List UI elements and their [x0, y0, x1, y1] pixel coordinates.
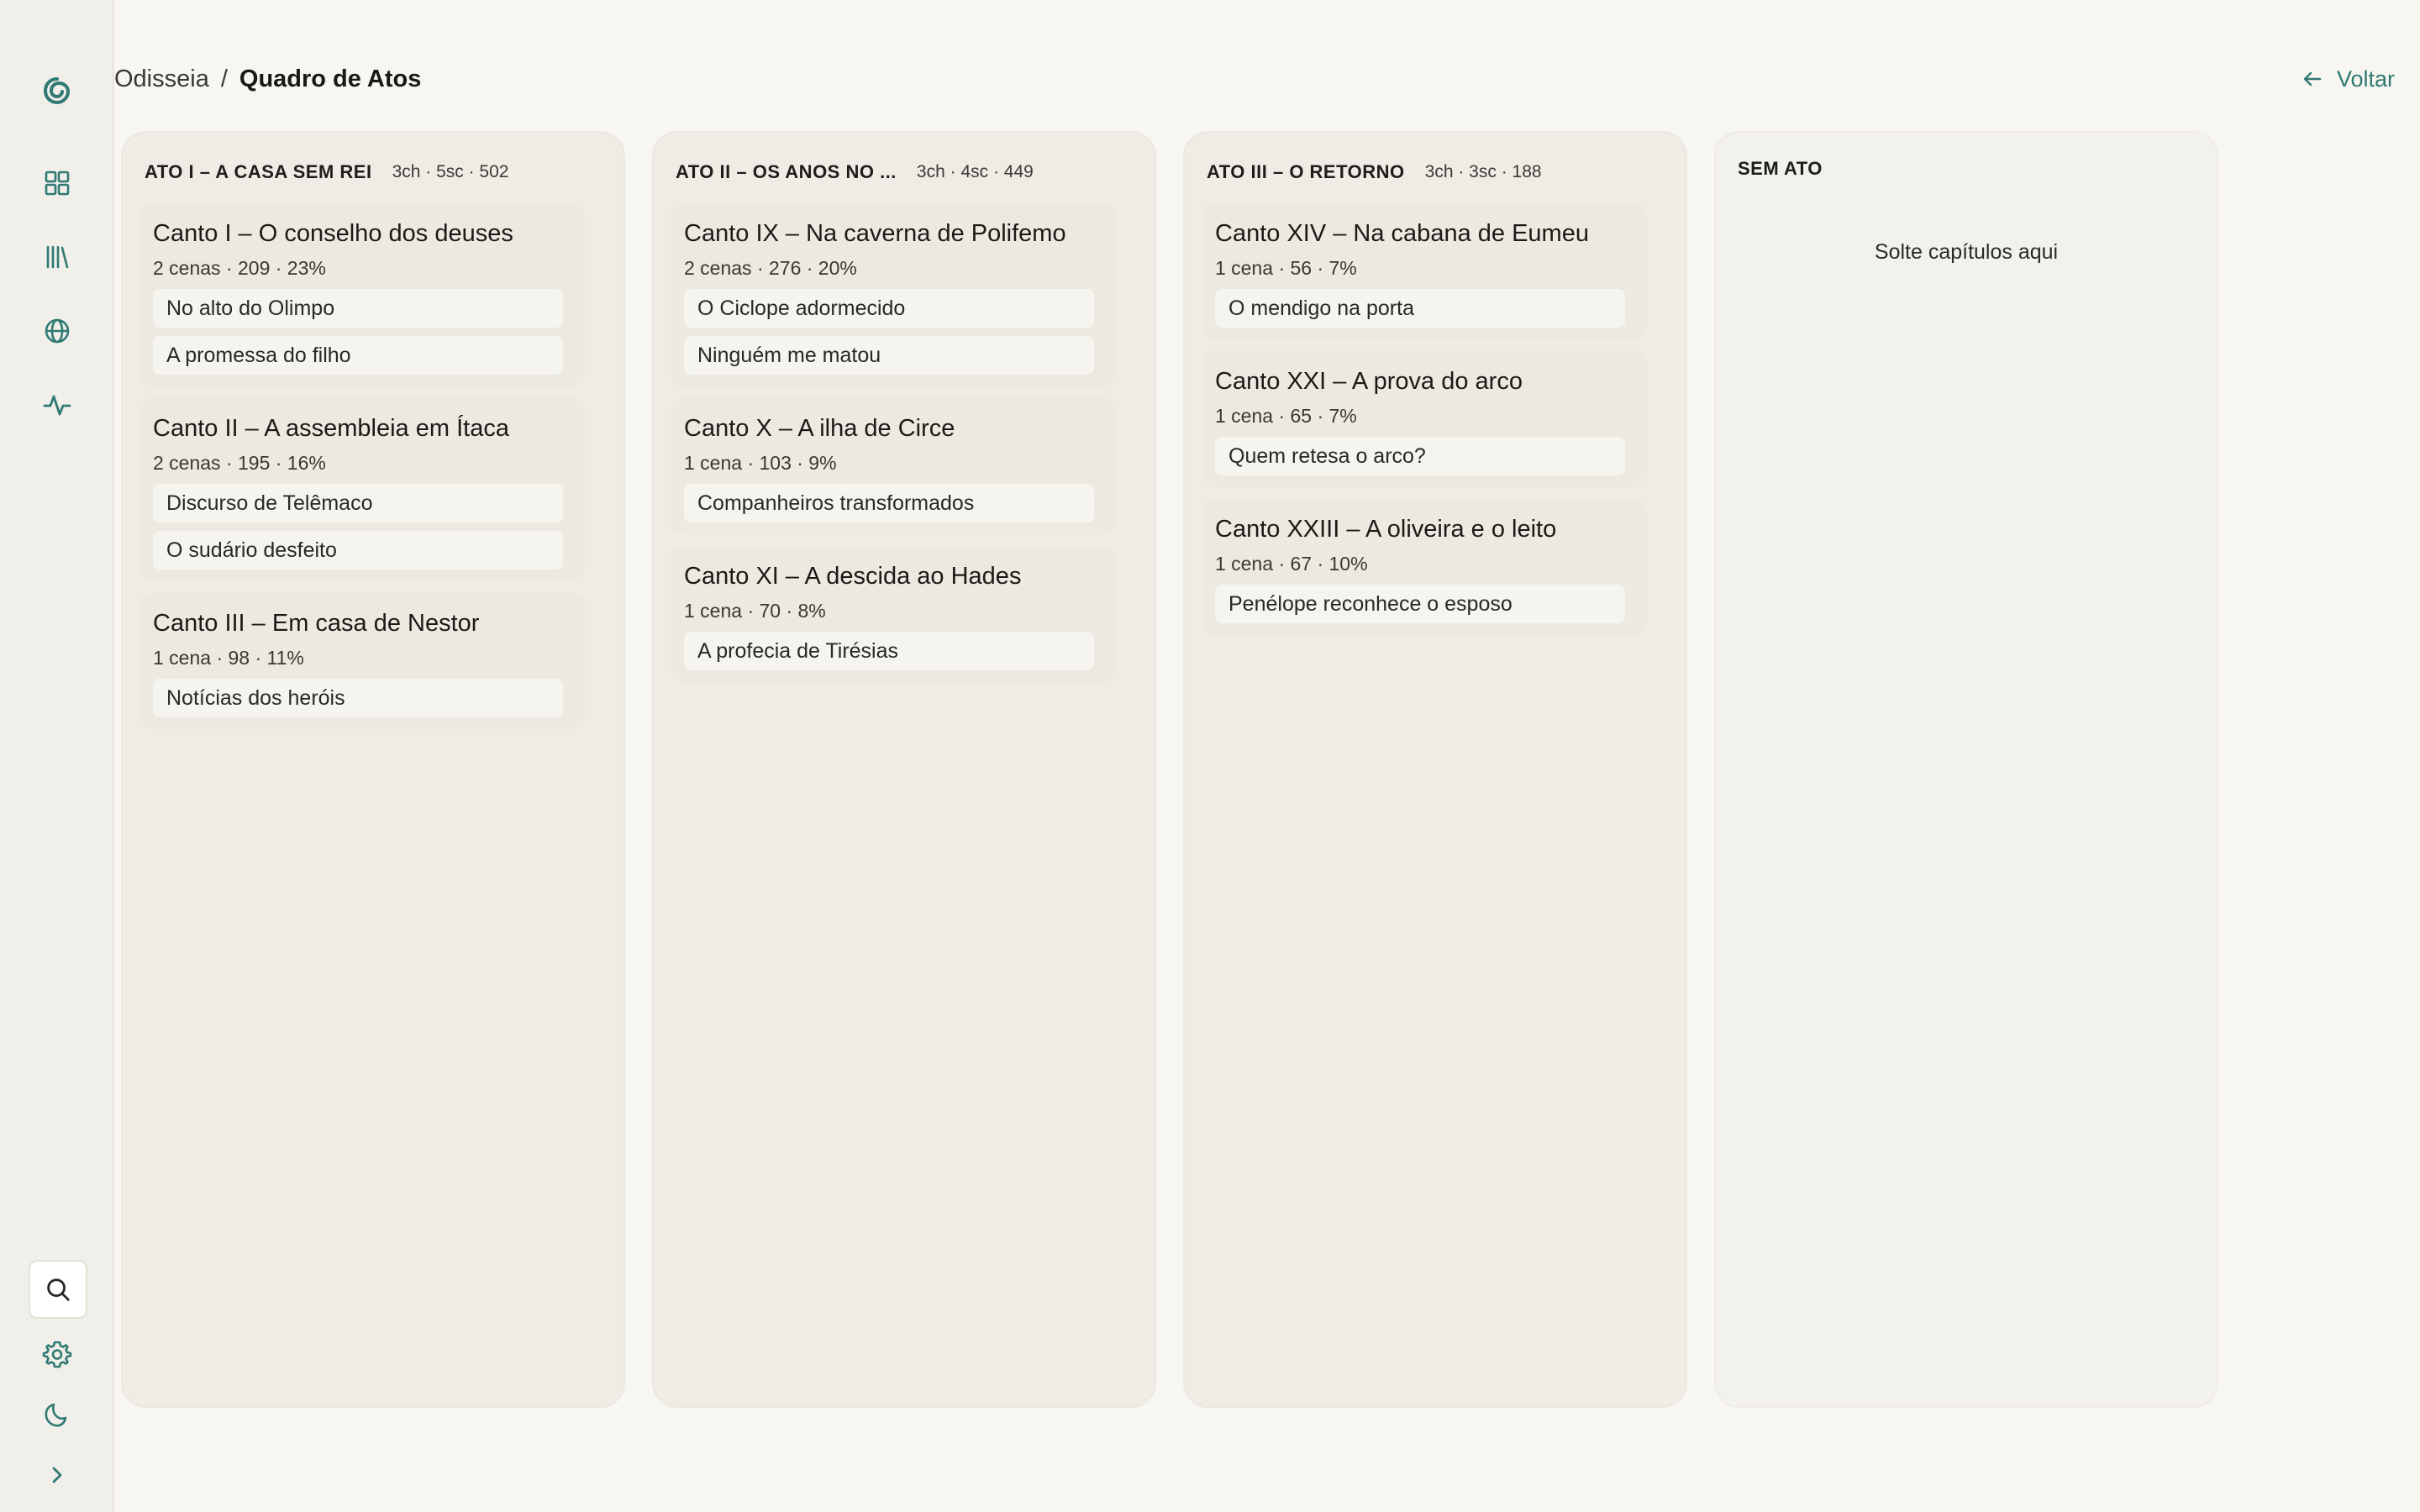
scene-item[interactable]: A promessa do filho: [153, 336, 563, 375]
arrow-left-icon: [2303, 71, 2322, 87]
chapter-title: Canto XIV – Na cabana de Eumeu: [1215, 220, 1589, 247]
scene-item[interactable]: Notícias dos heróis: [153, 679, 563, 717]
column-title: ATO II – OS ANOS NO ...: [676, 161, 897, 182]
page-title: Quadro de Atos: [239, 65, 422, 92]
grid-icon[interactable]: [37, 163, 77, 203]
chapter-title: Canto II – A assembleia em Ítaca: [153, 415, 509, 442]
act-column-3[interactable]: ATO III – O RETORNO 3ch · 3sc · 188 Cant…: [1183, 131, 1687, 1408]
breadcrumb-separator: /: [220, 65, 228, 92]
globe-icon[interactable]: [37, 311, 77, 351]
column-title: ATO I – A CASA SEM REI: [145, 161, 372, 182]
column-header: ATO III – O RETORNO 3ch · 3sc · 188: [1207, 155, 1669, 190]
drop-zone-hint: Solte capítulos aqui: [1874, 240, 2059, 264]
act-column-1[interactable]: ATO I – A CASA SEM REI 3ch · 5sc · 502 C…: [121, 131, 625, 1408]
chapter-card[interactable]: Canto XXIII – A oliveira e o leito 1 cena…: [1202, 499, 1647, 635]
column-title: ATO III – O RETORNO: [1207, 161, 1405, 182]
chevron-right-icon[interactable]: [37, 1455, 77, 1495]
scene-item[interactable]: Discurso de Telêmaco: [153, 484, 563, 522]
column-cards: Canto XIV – Na cabana de Eumeu 1 cena · 5…: [1202, 203, 1647, 647]
breadcrumb: Odisseia / Quadro de Atos: [114, 62, 421, 96]
library-icon[interactable]: [37, 237, 77, 277]
scene-item[interactable]: O mendigo na porta: [1215, 289, 1625, 328]
chapter-card[interactable]: Canto XIV – Na cabana de Eumeu 1 cena · 5…: [1202, 203, 1647, 339]
chapter-meta: 1 cena · 103 · 9%: [684, 452, 837, 474]
column-stats: 3ch · 3sc · 188: [1424, 162, 1542, 181]
scene-item[interactable]: Ninguém me matou: [684, 336, 1094, 375]
chapter-card[interactable]: Canto X – A ilha de Circe 1 cena · 103 · …: [671, 398, 1116, 534]
chapter-meta: 1 cena · 70 · 8%: [684, 600, 826, 622]
scene-item[interactable]: O Ciclope adormecido: [684, 289, 1094, 328]
chapter-card[interactable]: Canto II – A assembleia em Ítaca 2 cenas …: [139, 398, 585, 581]
moon-icon[interactable]: [37, 1394, 77, 1435]
back-button[interactable]: Voltar: [2302, 62, 2395, 96]
chapter-meta: 2 cenas · 209 · 23%: [153, 257, 326, 279]
chapter-card[interactable]: Canto IX – Na caverna de Polifemo 2 cenas…: [671, 203, 1116, 386]
chapter-meta: 1 cena · 65 · 7%: [1215, 405, 1357, 427]
chapter-title: Canto X – A ilha de Circe: [684, 415, 955, 442]
column-title: SEM ATO: [1738, 158, 1823, 179]
chapter-card[interactable]: Canto XI – A descida ao Hades 1 cena · 70…: [671, 546, 1116, 682]
chapter-title: Canto XXI – A prova do arco: [1215, 368, 1523, 395]
chapter-meta: 2 cenas · 195 · 16%: [153, 452, 326, 474]
activity-icon[interactable]: [37, 385, 77, 425]
back-label: Voltar: [2336, 66, 2395, 92]
chapter-title: Canto III – Em casa de Nestor: [153, 610, 480, 637]
chapter-card[interactable]: Canto I – O conselho dos deuses 2 cenas ·…: [139, 203, 585, 386]
search-icon[interactable]: [29, 1260, 87, 1319]
scene-item[interactable]: Penélope reconhece o esposo: [1215, 585, 1625, 623]
sidebar: [0, 0, 114, 1512]
column-stats: 3ch · 4sc · 449: [916, 162, 1034, 181]
scene-item[interactable]: A profecia de Tirésias: [684, 632, 1094, 670]
column-header: ATO II – OS ANOS NO ... 3ch · 4sc · 449: [676, 155, 1138, 190]
chapter-title: Canto IX – Na caverna de Polifemo: [684, 220, 1066, 247]
column-cards: Canto IX – Na caverna de Polifemo 2 cenas…: [671, 203, 1116, 694]
chapter-meta: 1 cena · 56 · 7%: [1215, 257, 1357, 279]
breadcrumb-root-link[interactable]: Odisseia: [114, 66, 209, 93]
scene-item[interactable]: Companheiros transformados: [684, 484, 1094, 522]
unassigned-column[interactable]: SEM ATO Solte capítulos aqui: [1714, 131, 2218, 1408]
chapter-meta: 1 cena · 67 · 10%: [1215, 553, 1368, 575]
gear-icon[interactable]: [37, 1334, 77, 1374]
logo-icon[interactable]: [37, 71, 77, 111]
chapter-card[interactable]: Canto XXI – A prova do arco 1 cena · 65 ·…: [1202, 351, 1647, 487]
chapter-meta: 1 cena · 98 · 11%: [153, 647, 304, 669]
chapter-meta: 2 cenas · 276 · 20%: [684, 257, 857, 279]
chapter-title: Canto XI – A descida ao Hades: [684, 563, 1022, 590]
act-column-2[interactable]: ATO II – OS ANOS NO ... 3ch · 4sc · 449 …: [652, 131, 1156, 1408]
chapter-card[interactable]: Canto III – Em casa de Nestor 1 cena · 98…: [139, 593, 585, 729]
scene-item[interactable]: O sudário desfeito: [153, 531, 563, 570]
scene-item[interactable]: Quem retesa o arco?: [1215, 437, 1625, 475]
scene-item[interactable]: No alto do Olimpo: [153, 289, 563, 328]
column-stats: 3ch · 5sc · 502: [392, 162, 509, 181]
chapter-title: Canto XXIII – A oliveira e o leito: [1215, 516, 1557, 543]
column-cards: Canto I – O conselho dos deuses 2 cenas ·…: [139, 203, 585, 741]
chapter-title: Canto I – O conselho dos deuses: [153, 220, 513, 247]
column-header: ATO I – A CASA SEM REI 3ch · 5sc · 502: [145, 155, 607, 190]
column-header: SEM ATO: [1738, 151, 2200, 186]
